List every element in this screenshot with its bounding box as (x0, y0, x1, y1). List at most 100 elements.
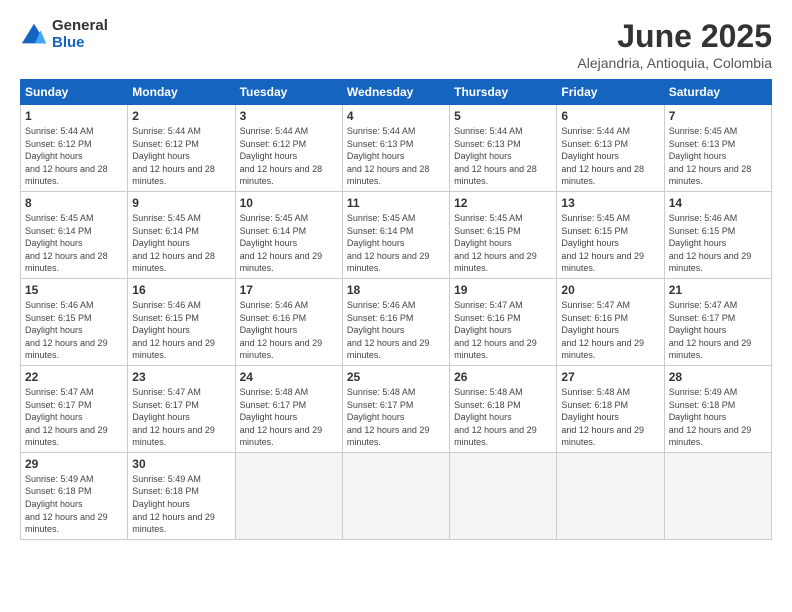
day-info: Sunrise: 5:45 AMSunset: 6:14 PMDaylight … (347, 213, 430, 273)
day-number: 20 (561, 283, 659, 297)
day-info: Sunrise: 5:45 AMSunset: 6:14 PMDaylight … (132, 213, 215, 273)
logo-general: General (52, 18, 108, 35)
table-cell (450, 452, 557, 539)
day-info: Sunrise: 5:46 AMSunset: 6:16 PMDaylight … (347, 300, 430, 360)
calendar-title: June 2025 (577, 18, 772, 55)
day-number: 10 (240, 196, 338, 210)
table-cell: 29 Sunrise: 5:49 AMSunset: 6:18 PMDaylig… (21, 452, 128, 539)
day-info: Sunrise: 5:44 AMSunset: 6:12 PMDaylight … (132, 126, 215, 186)
table-row: 8 Sunrise: 5:45 AMSunset: 6:14 PMDayligh… (21, 191, 772, 278)
day-number: 27 (561, 370, 659, 384)
logo-blue: Blue (52, 35, 108, 52)
table-cell: 19 Sunrise: 5:47 AMSunset: 6:16 PMDaylig… (450, 278, 557, 365)
day-info: Sunrise: 5:48 AMSunset: 6:17 PMDaylight … (347, 387, 430, 447)
day-number: 5 (454, 109, 552, 123)
table-cell: 8 Sunrise: 5:45 AMSunset: 6:14 PMDayligh… (21, 191, 128, 278)
table-cell: 26 Sunrise: 5:48 AMSunset: 6:18 PMDaylig… (450, 365, 557, 452)
table-cell: 23 Sunrise: 5:47 AMSunset: 6:17 PMDaylig… (128, 365, 235, 452)
table-cell: 15 Sunrise: 5:46 AMSunset: 6:15 PMDaylig… (21, 278, 128, 365)
col-sunday: Sunday (21, 80, 128, 105)
col-monday: Monday (128, 80, 235, 105)
day-info: Sunrise: 5:44 AMSunset: 6:12 PMDaylight … (240, 126, 323, 186)
table-cell: 17 Sunrise: 5:46 AMSunset: 6:16 PMDaylig… (235, 278, 342, 365)
day-info: Sunrise: 5:45 AMSunset: 6:13 PMDaylight … (669, 126, 752, 186)
table-cell: 16 Sunrise: 5:46 AMSunset: 6:15 PMDaylig… (128, 278, 235, 365)
day-info: Sunrise: 5:44 AMSunset: 6:12 PMDaylight … (25, 126, 108, 186)
day-info: Sunrise: 5:49 AMSunset: 6:18 PMDaylight … (669, 387, 752, 447)
day-info: Sunrise: 5:45 AMSunset: 6:15 PMDaylight … (454, 213, 537, 273)
table-cell: 27 Sunrise: 5:48 AMSunset: 6:18 PMDaylig… (557, 365, 664, 452)
col-wednesday: Wednesday (342, 80, 449, 105)
day-number: 2 (132, 109, 230, 123)
day-info: Sunrise: 5:47 AMSunset: 6:16 PMDaylight … (561, 300, 644, 360)
day-info: Sunrise: 5:44 AMSunset: 6:13 PMDaylight … (561, 126, 644, 186)
day-number: 15 (25, 283, 123, 297)
logo-text: General Blue (52, 18, 108, 51)
table-cell: 18 Sunrise: 5:46 AMSunset: 6:16 PMDaylig… (342, 278, 449, 365)
col-thursday: Thursday (450, 80, 557, 105)
table-cell: 20 Sunrise: 5:47 AMSunset: 6:16 PMDaylig… (557, 278, 664, 365)
day-info: Sunrise: 5:48 AMSunset: 6:18 PMDaylight … (561, 387, 644, 447)
day-number: 11 (347, 196, 445, 210)
table-row: 29 Sunrise: 5:49 AMSunset: 6:18 PMDaylig… (21, 452, 772, 539)
day-number: 17 (240, 283, 338, 297)
table-cell: 12 Sunrise: 5:45 AMSunset: 6:15 PMDaylig… (450, 191, 557, 278)
col-friday: Friday (557, 80, 664, 105)
title-section: June 2025 Alejandria, Antioquia, Colombi… (577, 18, 772, 71)
day-number: 26 (454, 370, 552, 384)
day-info: Sunrise: 5:49 AMSunset: 6:18 PMDaylight … (25, 474, 108, 534)
table-cell: 3 Sunrise: 5:44 AMSunset: 6:12 PMDayligh… (235, 105, 342, 192)
day-number: 9 (132, 196, 230, 210)
day-info: Sunrise: 5:45 AMSunset: 6:15 PMDaylight … (561, 213, 644, 273)
day-number: 23 (132, 370, 230, 384)
table-cell: 24 Sunrise: 5:48 AMSunset: 6:17 PMDaylig… (235, 365, 342, 452)
day-number: 8 (25, 196, 123, 210)
table-row: 1 Sunrise: 5:44 AMSunset: 6:12 PMDayligh… (21, 105, 772, 192)
table-cell: 28 Sunrise: 5:49 AMSunset: 6:18 PMDaylig… (664, 365, 771, 452)
day-number: 25 (347, 370, 445, 384)
table-cell (557, 452, 664, 539)
day-info: Sunrise: 5:44 AMSunset: 6:13 PMDaylight … (454, 126, 537, 186)
day-number: 18 (347, 283, 445, 297)
day-number: 21 (669, 283, 767, 297)
day-number: 29 (25, 457, 123, 471)
table-cell: 4 Sunrise: 5:44 AMSunset: 6:13 PMDayligh… (342, 105, 449, 192)
day-info: Sunrise: 5:48 AMSunset: 6:17 PMDaylight … (240, 387, 323, 447)
day-number: 13 (561, 196, 659, 210)
day-number: 7 (669, 109, 767, 123)
day-number: 1 (25, 109, 123, 123)
table-cell: 9 Sunrise: 5:45 AMSunset: 6:14 PMDayligh… (128, 191, 235, 278)
logo-icon (20, 21, 48, 49)
table-cell: 6 Sunrise: 5:44 AMSunset: 6:13 PMDayligh… (557, 105, 664, 192)
table-cell: 11 Sunrise: 5:45 AMSunset: 6:14 PMDaylig… (342, 191, 449, 278)
day-number: 30 (132, 457, 230, 471)
day-number: 14 (669, 196, 767, 210)
day-info: Sunrise: 5:45 AMSunset: 6:14 PMDaylight … (240, 213, 323, 273)
table-cell: 1 Sunrise: 5:44 AMSunset: 6:12 PMDayligh… (21, 105, 128, 192)
day-info: Sunrise: 5:47 AMSunset: 6:17 PMDaylight … (25, 387, 108, 447)
table-cell: 10 Sunrise: 5:45 AMSunset: 6:14 PMDaylig… (235, 191, 342, 278)
calendar-subtitle: Alejandria, Antioquia, Colombia (577, 55, 772, 71)
calendar-table: Sunday Monday Tuesday Wednesday Thursday… (20, 79, 772, 540)
table-cell: 30 Sunrise: 5:49 AMSunset: 6:18 PMDaylig… (128, 452, 235, 539)
page: General Blue June 2025 Alejandria, Antio… (0, 0, 792, 612)
table-cell: 7 Sunrise: 5:45 AMSunset: 6:13 PMDayligh… (664, 105, 771, 192)
table-cell (342, 452, 449, 539)
day-number: 3 (240, 109, 338, 123)
day-info: Sunrise: 5:49 AMSunset: 6:18 PMDaylight … (132, 474, 215, 534)
table-row: 22 Sunrise: 5:47 AMSunset: 6:17 PMDaylig… (21, 365, 772, 452)
day-info: Sunrise: 5:45 AMSunset: 6:14 PMDaylight … (25, 213, 108, 273)
day-info: Sunrise: 5:46 AMSunset: 6:15 PMDaylight … (132, 300, 215, 360)
table-cell: 25 Sunrise: 5:48 AMSunset: 6:17 PMDaylig… (342, 365, 449, 452)
day-info: Sunrise: 5:46 AMSunset: 6:16 PMDaylight … (240, 300, 323, 360)
table-cell: 5 Sunrise: 5:44 AMSunset: 6:13 PMDayligh… (450, 105, 557, 192)
table-cell: 14 Sunrise: 5:46 AMSunset: 6:15 PMDaylig… (664, 191, 771, 278)
day-number: 12 (454, 196, 552, 210)
table-cell (664, 452, 771, 539)
header-row: Sunday Monday Tuesday Wednesday Thursday… (21, 80, 772, 105)
day-number: 24 (240, 370, 338, 384)
day-info: Sunrise: 5:48 AMSunset: 6:18 PMDaylight … (454, 387, 537, 447)
day-number: 4 (347, 109, 445, 123)
day-info: Sunrise: 5:46 AMSunset: 6:15 PMDaylight … (669, 213, 752, 273)
header: General Blue June 2025 Alejandria, Antio… (20, 18, 772, 71)
